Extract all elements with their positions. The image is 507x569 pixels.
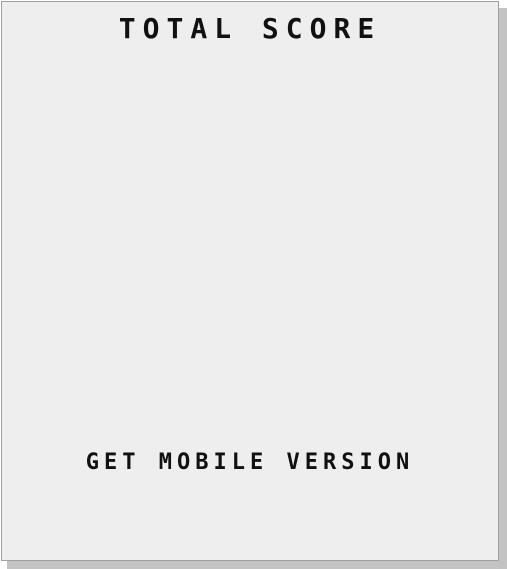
score-area — [2, 62, 498, 432]
get-mobile-version-link[interactable]: GET MOBILE VERSION — [2, 449, 498, 477]
total-score-title: TOTAL SCORE — [118, 12, 382, 45]
score-panel: TOTAL SCORE GET MOBILE VERSION — [1, 1, 499, 561]
